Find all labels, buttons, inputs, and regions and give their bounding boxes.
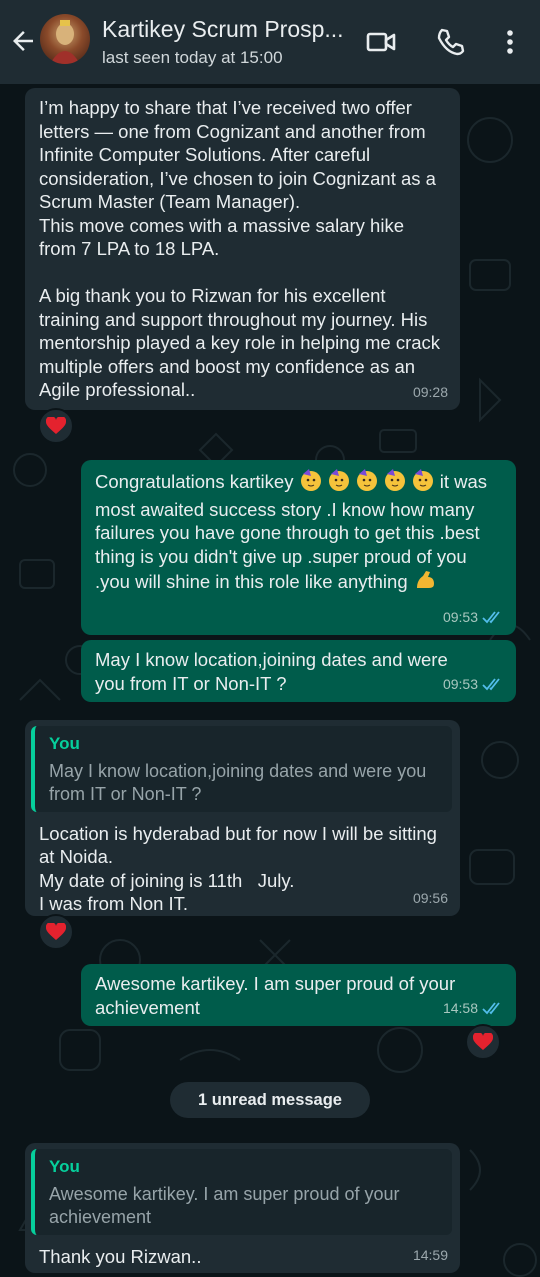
message-time: 09:53	[443, 606, 504, 630]
last-seen-status: last seen today at 15:00	[102, 48, 283, 67]
reaction-badge[interactable]	[465, 1024, 501, 1060]
partying-face-icon	[384, 469, 405, 491]
incoming-message[interactable]: I’m happy to share that I’ve received tw…	[25, 88, 460, 410]
timestamp: 14:59	[412, 1246, 448, 1263]
message-text: Congratulations kartikey it was most awa…	[95, 468, 502, 598]
message-text: Awesome kartikey. I am super proud of yo…	[95, 973, 461, 1018]
partying-face-icon	[412, 469, 433, 491]
more-options-icon[interactable]	[494, 26, 526, 58]
quote-text: Awesome kartikey. I am super proud of yo…	[49, 1183, 400, 1227]
timestamp: 09:28	[412, 383, 448, 400]
message-text: Location is hyderabad but for now I will…	[39, 822, 437, 915]
read-receipt-icon	[482, 678, 500, 691]
unread-messages-divider: 1 unread message	[170, 1082, 370, 1118]
message-time: 09:53	[443, 673, 504, 697]
timestamp: 09:53	[442, 675, 478, 692]
timestamp: 09:53	[442, 608, 478, 625]
partying-face-icon	[300, 469, 321, 491]
message-text: Thank you Rizwan..	[39, 1245, 202, 1267]
message-text: I’m happy to share that I’ve received tw…	[39, 97, 441, 400]
quote-text: May I know location,joining dates and we…	[49, 760, 427, 804]
quoted-message[interactable]: You Awesome kartikey. I am super proud o…	[31, 1149, 452, 1235]
avatar-image	[50, 20, 80, 64]
partying-face-icon	[328, 469, 349, 491]
message-time: 14:59	[413, 1244, 448, 1268]
message-time: 14:58	[443, 997, 504, 1021]
outgoing-message[interactable]: Congratulations kartikey it was most awa…	[81, 460, 516, 635]
reaction-badge[interactable]	[38, 914, 74, 950]
timestamp: 14:58	[442, 999, 478, 1016]
flexed-biceps-icon	[413, 568, 437, 598]
red-heart-icon	[46, 417, 66, 434]
quoted-message[interactable]: You May I know location,joining dates an…	[31, 726, 452, 812]
partying-face-icon	[356, 469, 377, 491]
chat-header: Kartikey Scrum Prosp... last seen today …	[0, 0, 540, 84]
timestamp: 09:56	[412, 889, 448, 906]
quote-author: You	[49, 1157, 80, 1176]
message-time: 09:56	[413, 887, 448, 911]
voice-call-icon[interactable]	[434, 26, 466, 58]
reaction-badge[interactable]	[38, 408, 74, 444]
avatar[interactable]	[40, 14, 90, 64]
quote-author: You	[49, 734, 80, 753]
message-text-part: Congratulations kartikey	[95, 471, 294, 492]
message-text: May I know location,joining dates and we…	[95, 649, 453, 694]
contact-name[interactable]: Kartikey Scrum Prosp...	[102, 16, 357, 43]
partying-face-emoji-row	[299, 468, 435, 498]
video-call-icon[interactable]	[365, 26, 397, 58]
red-heart-icon	[46, 923, 66, 940]
read-receipt-icon	[482, 611, 500, 624]
back-arrow-icon[interactable]	[8, 26, 38, 56]
incoming-reply-message[interactable]: You Awesome kartikey. I am super proud o…	[25, 1143, 460, 1273]
message-time: 09:28	[413, 381, 448, 405]
outgoing-message[interactable]: May I know location,joining dates and we…	[81, 640, 516, 702]
read-receipt-icon	[482, 1002, 500, 1015]
incoming-reply-message[interactable]: You May I know location,joining dates an…	[25, 720, 460, 916]
red-heart-icon	[473, 1033, 493, 1050]
outgoing-message[interactable]: Awesome kartikey. I am super proud of yo…	[81, 964, 516, 1026]
